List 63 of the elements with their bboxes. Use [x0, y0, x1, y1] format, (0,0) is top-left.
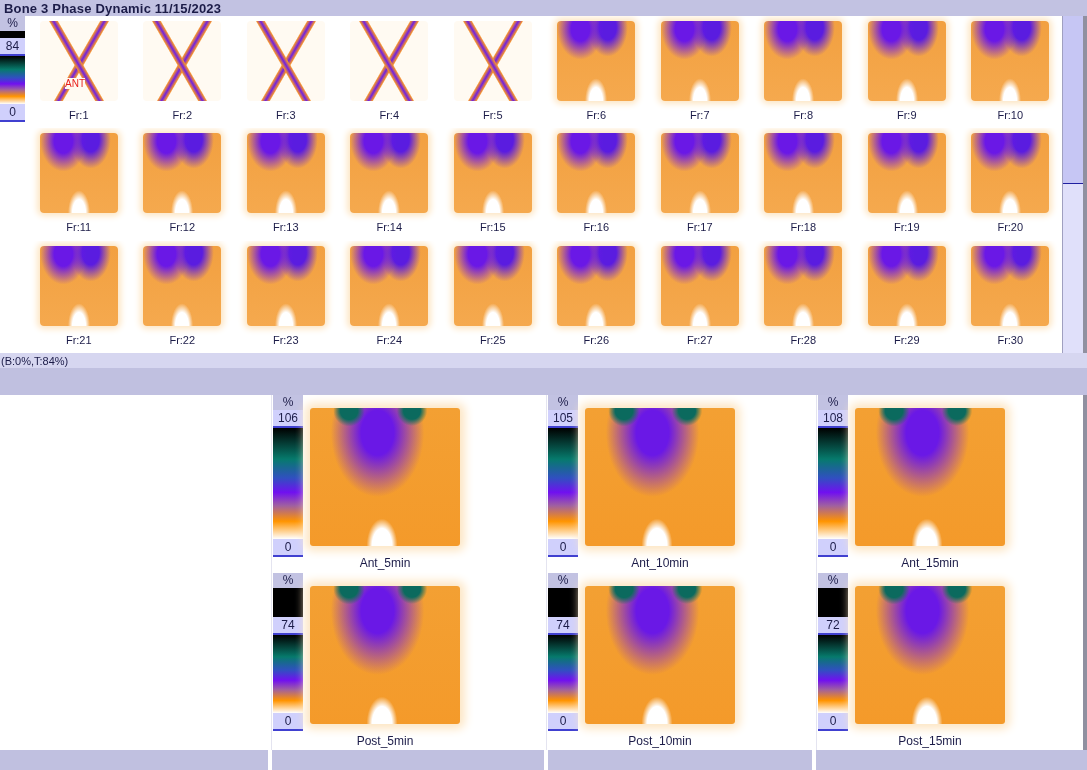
orientation-label: ANT [65, 78, 85, 89]
frame-label: Fr:23 [272, 333, 299, 346]
frame-label: Fr:16 [583, 221, 610, 234]
frame-label: Fr:14 [376, 221, 403, 234]
frame-label: Fr:27 [686, 333, 713, 346]
scrollbar-thumb[interactable] [1063, 16, 1083, 184]
frame-label: Fr:24 [376, 333, 403, 346]
frame-label: Fr:4 [379, 109, 400, 121]
scale-unit-label: % [818, 395, 848, 410]
frame-label: Fr:20 [997, 221, 1024, 234]
view-label: Post_15min [898, 734, 962, 748]
color-scale-bar [0, 56, 25, 104]
frame-label: Fr:18 [790, 221, 817, 234]
frame-label: Fr:6 [586, 109, 607, 121]
frame-label: Fr:11 [66, 221, 92, 234]
frame-label: Fr:25 [479, 333, 506, 346]
window-title: Bone 3 Phase Dynamic 11/15/2023 [4, 0, 222, 16]
scale-min-value: 0 [273, 539, 303, 557]
scrollbar-track[interactable] [1062, 16, 1083, 353]
scale-max-value: 84 [0, 38, 25, 56]
frame-label: Fr:26 [583, 333, 610, 346]
scale-max-value: 74 [273, 617, 303, 635]
frame-label: Fr:10 [997, 109, 1024, 121]
frame-label: Fr:12 [169, 221, 196, 234]
scale-max-value: 108 [818, 410, 848, 428]
frame-label: Fr:19 [893, 221, 920, 234]
scale-unit-label: % [548, 395, 578, 410]
view-label: Post_10min [628, 734, 692, 748]
scale-min-value: 0 [818, 539, 848, 557]
frame-label: Fr:5 [482, 109, 503, 121]
frame-label: Fr:28 [790, 333, 817, 346]
scale-max-value: 106 [273, 410, 303, 428]
frame-label: Fr:2 [172, 109, 193, 121]
scale-max-value: 74 [548, 617, 578, 635]
scale-max-value: 105 [548, 410, 578, 428]
frame-label: Fr:21 [65, 333, 92, 346]
frame-label: Fr:22 [169, 333, 196, 346]
scale-unit-label: % [818, 573, 848, 588]
frame-label: Fr:9 [896, 109, 917, 121]
frame-label: Fr:3 [275, 109, 296, 121]
frame-label: Fr:30 [997, 333, 1024, 346]
view-label: Ant_10min [631, 556, 689, 570]
scale-min-value: 0 [548, 713, 578, 731]
scale-max-value: 72 [818, 617, 848, 635]
frame-label: Fr:7 [689, 109, 710, 121]
status-text: (B:0%,T:84%) [1, 354, 69, 367]
frame-label: Fr:17 [686, 221, 713, 234]
frame-label: Fr:13 [272, 221, 299, 234]
view-label: Ant_15min [901, 556, 959, 570]
frame-label: Fr:8 [793, 109, 814, 121]
scale-min-value: 0 [0, 104, 25, 122]
scale-min-value: 0 [273, 713, 303, 731]
view-label: Post_5min [356, 734, 414, 748]
scale-unit-label: % [0, 16, 25, 31]
scale-min-value: 0 [548, 539, 578, 557]
frame-label: Fr:15 [479, 221, 506, 234]
scale-min-value: 0 [818, 713, 848, 731]
scale-unit-label: % [548, 573, 578, 588]
frame-label: Fr:29 [893, 333, 920, 346]
view-label: Ant_5min [359, 556, 411, 570]
scale-unit-label: % [273, 395, 303, 410]
frame-label: Fr:1 [68, 109, 89, 121]
scale-unit-label: % [273, 573, 303, 588]
